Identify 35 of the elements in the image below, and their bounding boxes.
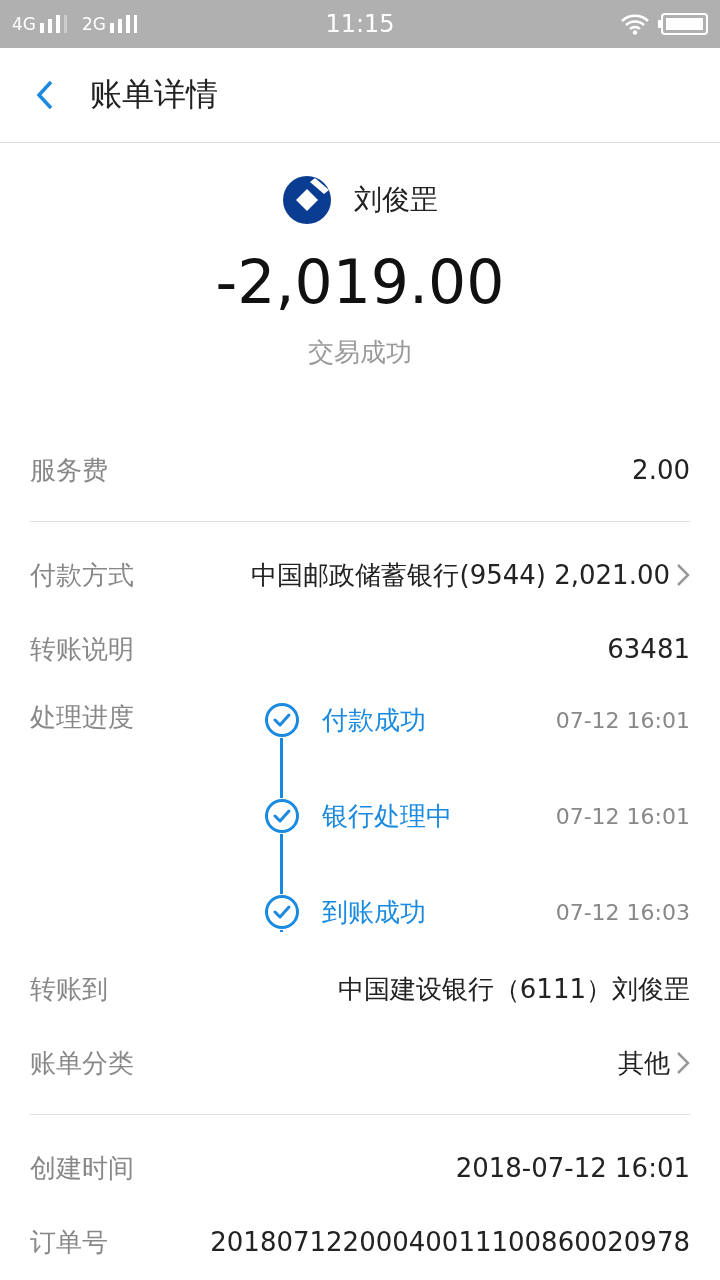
row-value[interactable]: 其他 [618, 1045, 670, 1081]
clock-time: 11:15 [324, 10, 396, 38]
transaction-status: 交易成功 [308, 336, 412, 369]
battery-icon [658, 13, 708, 35]
row-label: 转账说明 [30, 632, 134, 666]
row-label: 转账到 [30, 972, 108, 1006]
row-label: 处理进度 [30, 701, 134, 734]
step-label: 银行处理中 [322, 799, 452, 833]
step-time: 07-12 16:03 [555, 899, 690, 925]
row-value: 2.00 [632, 455, 690, 485]
chevron-right-icon [676, 1051, 690, 1075]
chevron-right-icon [676, 563, 690, 587]
signal-icon [40, 15, 70, 33]
row-label: 账单分类 [30, 1046, 134, 1080]
payee-name: 刘俊罡 [354, 182, 438, 218]
row-value[interactable]: 中国邮政储蓄银行(9544) 2,021.00 [251, 557, 670, 593]
step-time: 07-12 16:01 [555, 803, 690, 829]
row-value: 中国建设银行（6111）刘俊罡 [337, 972, 690, 1006]
amount: -2,019.00 [215, 247, 505, 317]
page-title: 账单详情 [90, 74, 218, 115]
step-label: 付款成功 [322, 703, 426, 737]
row-label: 订单号 [30, 1225, 108, 1259]
network-label: 4G [12, 14, 36, 34]
step-label: 到账成功 [322, 895, 426, 929]
wifi-icon [620, 13, 650, 35]
row-value: 63481 [607, 634, 690, 664]
row-value: 20180712200040011100860020978 [210, 1227, 690, 1257]
row-value: 2018-07-12 16:01 [455, 1153, 690, 1183]
step-time: 07-12 16:01 [555, 707, 690, 733]
row-label: 付款方式 [30, 558, 134, 592]
signal-icon [110, 15, 140, 33]
network-label: 2G [82, 14, 106, 34]
row-label: 服务费 [30, 453, 108, 487]
bank-logo-icon [282, 175, 332, 225]
row-label: 创建时间 [30, 1151, 134, 1185]
